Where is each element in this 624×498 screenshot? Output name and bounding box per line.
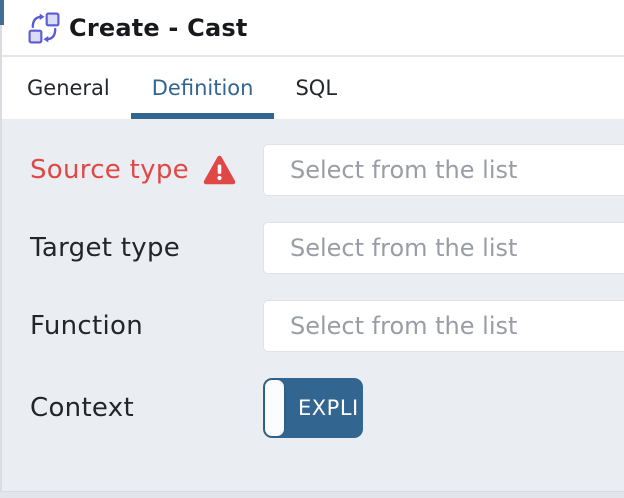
target-type-select[interactable]	[263, 222, 624, 274]
tab-general-label: General	[27, 76, 110, 100]
cast-swap-icon	[28, 12, 60, 44]
dialog-tabs: General Definition SQL	[0, 57, 624, 119]
form-row-source-type: Source type	[30, 144, 624, 196]
bottom-edge-strip	[0, 491, 624, 498]
function-select[interactable]	[263, 300, 624, 352]
context-toggle[interactable]: EXPLI	[263, 378, 363, 438]
target-type-label: Target type	[30, 233, 180, 263]
left-edge-divider	[0, 0, 2, 498]
tab-general[interactable]: General	[6, 57, 131, 119]
tab-definition[interactable]: Definition	[131, 57, 275, 119]
form-row-function: Function	[30, 300, 624, 352]
function-label: Function	[30, 311, 143, 341]
dialog-title: Create - Cast	[69, 14, 248, 42]
form-row-context: Context EXPLI	[30, 378, 624, 438]
context-label: Context	[30, 393, 134, 423]
tab-definition-label: Definition	[152, 76, 254, 100]
tab-sql[interactable]: SQL	[274, 57, 358, 119]
context-toggle-label: EXPLI	[284, 380, 361, 436]
dialog-titlebar: Create - Cast	[0, 0, 624, 57]
form-row-target-type: Target type	[30, 222, 624, 274]
source-type-label: Source type	[30, 155, 189, 185]
definition-form: Source type Target type Function	[0, 119, 624, 438]
warning-triangle-icon	[203, 155, 236, 186]
toggle-knob	[265, 380, 284, 436]
source-type-select[interactable]	[263, 144, 624, 196]
left-edge-blue-fragment	[0, 0, 4, 25]
tab-sql-label: SQL	[295, 76, 337, 100]
